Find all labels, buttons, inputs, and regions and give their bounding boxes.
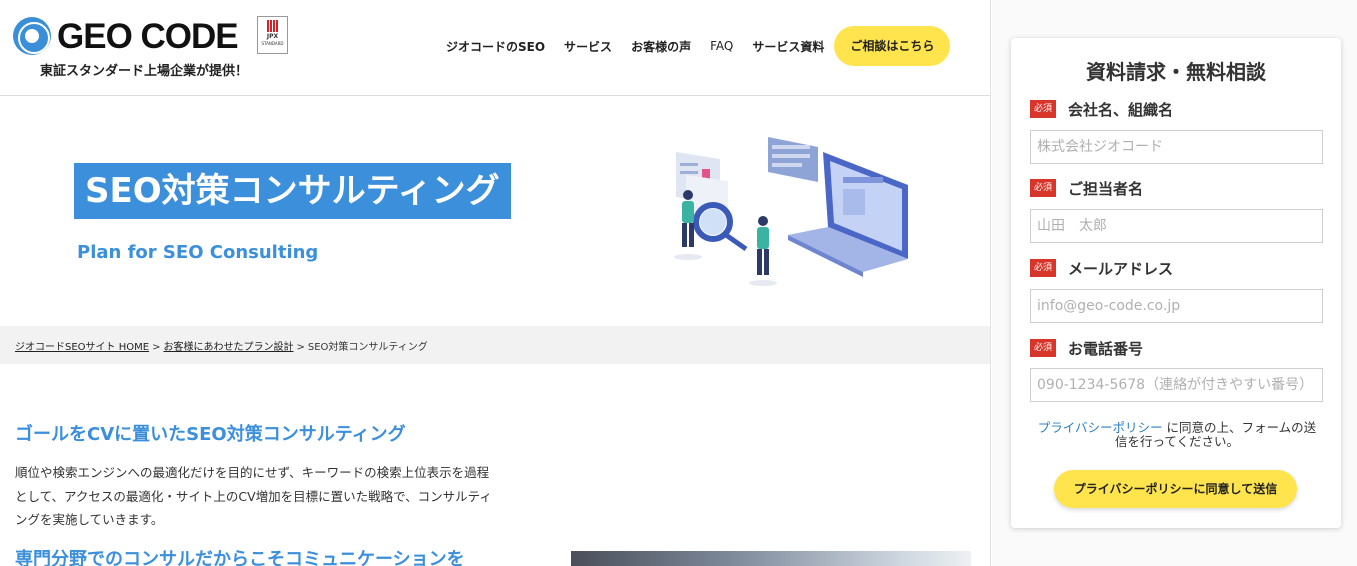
submit-button[interactable]: プライバシーポリシーに同意して送信: [1054, 470, 1297, 508]
breadcrumb: ジオコードSEOサイト HOME > お客様にあわせたプラン設計 > SEO対策コンサル…: [15, 342, 428, 353]
privacy-notice: プライバシーポリシー に同意の上、フォームの送信を行ってください。: [1037, 420, 1317, 449]
jpx-standard-badge: JPX STANDARD: [257, 16, 288, 54]
section-paragraph: 順位や検索エンジンへの最適化だけを目的にせず、キーワードの検索上位表示を過程とし…: [15, 465, 492, 527]
logo-mark-icon: [13, 17, 51, 55]
email-input[interactable]: [1030, 289, 1323, 323]
privacy-policy-link[interactable]: プライバシーポリシー: [1038, 420, 1163, 435]
breadcrumb-current: SEO対策コンサルティング: [307, 342, 428, 353]
required-badge: 必須: [1030, 100, 1057, 118]
jpx-bars-icon: [266, 20, 279, 32]
breadcrumb-home-link[interactable]: ジオコードSEOサイト HOME: [15, 342, 149, 353]
section-heading-2: 専門分野でのコンサルだからこそコミュニケーションを: [15, 549, 465, 566]
email-label: 必須 メールアドレス: [1030, 258, 1173, 278]
nav-item-faq[interactable]: FAQ: [710, 39, 733, 53]
page-title: SEO対策コンサルティング: [74, 163, 511, 219]
name-label: 必須 ご担当者名: [1030, 178, 1143, 198]
nav-item-voice[interactable]: お客様の声: [631, 38, 691, 55]
page-subtitle: Plan for SEO Consulting: [77, 242, 319, 263]
nav-item-documents[interactable]: サービス資料: [752, 38, 824, 55]
phone-label: 必須 お電話番号: [1030, 338, 1143, 358]
main-column: GEO CODE JPX STANDARD 東証スタンダード上場企業が提供！ ジ…: [0, 0, 991, 566]
logo-text: GEO CODE: [57, 16, 239, 56]
consult-cta-button[interactable]: ご相談はこちら: [834, 26, 951, 66]
hero-banner: SEO対策コンサルティング Plan for SEO Consulting: [0, 97, 990, 326]
section-heading: ゴールをCVに置いたSEO対策コンサルティング: [15, 424, 406, 445]
global-nav: ジオコードのSEO サービス お客様の声 FAQ サービス資料 ご相談はこちら: [446, 26, 951, 66]
required-badge: 必須: [1030, 339, 1057, 357]
site-header: GEO CODE JPX STANDARD 東証スタンダード上場企業が提供！ ジ…: [0, 0, 990, 96]
company-label: 必須 会社名、組織名: [1030, 99, 1173, 119]
section-photo: [571, 551, 971, 566]
site-logo[interactable]: GEO CODE: [13, 15, 239, 57]
header-tagline: 東証スタンダード上場企業が提供！: [40, 64, 249, 79]
breadcrumb-plan-link[interactable]: お客様にあわせたプラン設計: [163, 342, 293, 353]
company-input[interactable]: [1030, 130, 1323, 164]
nav-item-seo[interactable]: ジオコードのSEO: [446, 38, 545, 55]
seo-illustration-icon: [674, 137, 908, 286]
name-input[interactable]: [1030, 209, 1323, 243]
form-title: 資料請求・無料相談: [1086, 60, 1266, 84]
contact-form: 資料請求・無料相談 必須 会社名、組織名 必須 ご担当者名 必須 メールアドレス…: [1011, 38, 1341, 528]
required-badge: 必須: [1030, 259, 1057, 277]
phone-input[interactable]: [1030, 368, 1323, 402]
sidebar: 資料請求・無料相談 必須 会社名、組織名 必須 ご担当者名 必須 メールアドレス…: [992, 0, 1357, 566]
nav-item-service[interactable]: サービス: [564, 38, 612, 55]
required-badge: 必須: [1030, 179, 1057, 197]
breadcrumb-bar: ジオコードSEOサイト HOME > お客様にあわせたプラン設計 > SEO対策コンサル…: [0, 326, 990, 364]
